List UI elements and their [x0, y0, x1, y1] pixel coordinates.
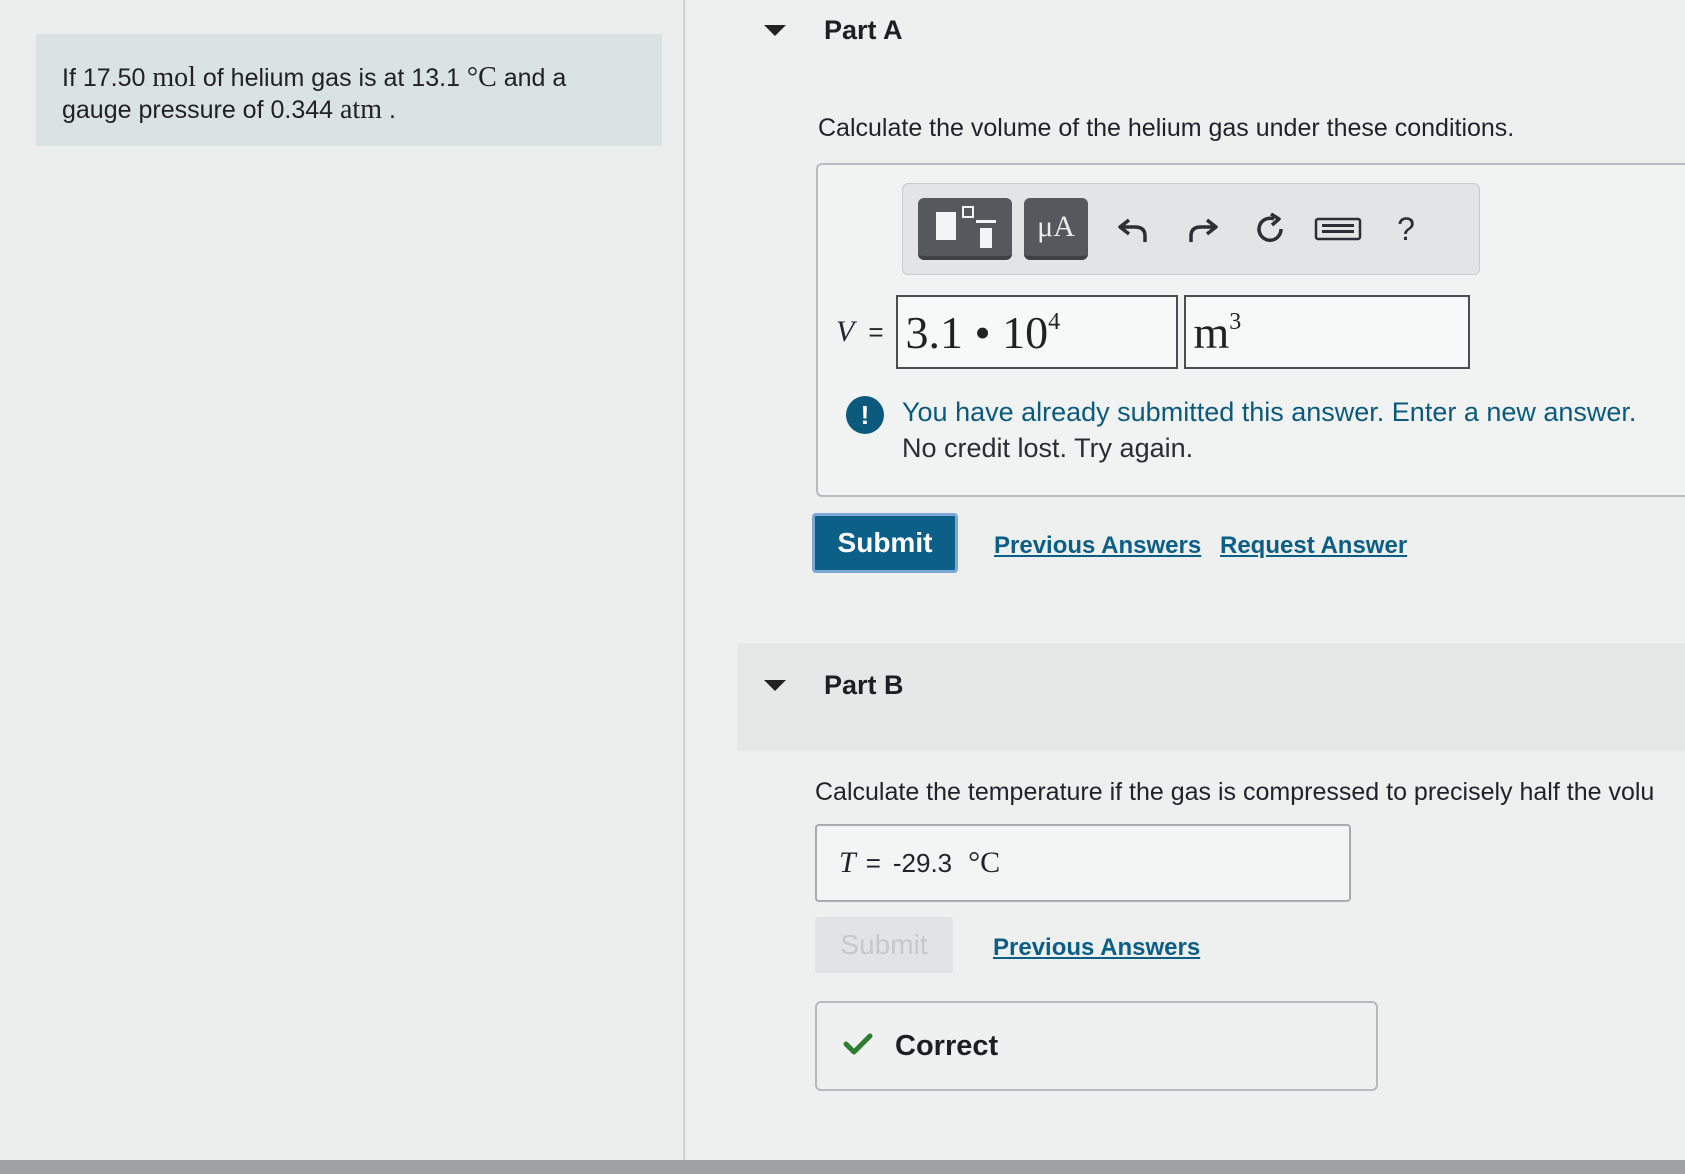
mol-unit: mol [152, 62, 196, 93]
part-b-value: -29.3 [892, 847, 953, 878]
units-button[interactable]: μA [1024, 198, 1088, 260]
checkmark-icon [843, 1032, 873, 1061]
correct-label: Correct [895, 1029, 999, 1062]
part-a-header[interactable]: Part A [764, 10, 903, 50]
fraction-bar-icon [976, 220, 996, 223]
reset-icon[interactable] [1236, 198, 1304, 260]
alert-line-2: No credit lost. Try again. [902, 433, 1194, 463]
math-toolbar: μA ? [902, 183, 1480, 275]
already-submitted-alert: ! You have already submitted this answer… [846, 394, 1636, 466]
template-denominator-icon [980, 228, 992, 248]
unit-base: m [1193, 306, 1230, 358]
problem-text-1: If 17.50 [62, 64, 146, 92]
templates-button[interactable] [918, 198, 1012, 260]
problem-statement: If 17.50 mol of helium gas is at 13.1 °C… [36, 34, 662, 146]
undo-icon[interactable] [1100, 198, 1168, 260]
exclamation-icon: ! [846, 396, 884, 434]
part-b-header[interactable]: Part B [764, 665, 904, 705]
variable-v: V [836, 315, 855, 348]
equals-sign: = [865, 847, 881, 878]
collapse-caret-icon[interactable] [764, 679, 786, 691]
help-label: ? [1397, 210, 1415, 247]
alert-message: You have already submitted this answer. … [902, 394, 1636, 466]
units-label: μA [1037, 210, 1075, 243]
redo-icon[interactable] [1168, 198, 1236, 260]
temp-unit: °C [466, 62, 497, 93]
help-button[interactable]: ? [1372, 198, 1440, 260]
variable-t: T [839, 846, 856, 879]
collapse-caret-icon[interactable] [764, 24, 786, 36]
template-small-icon [962, 206, 974, 218]
alert-line-1: You have already submitted this answer. … [902, 397, 1637, 427]
part-a-question: Calculate the volume of the helium gas u… [818, 114, 1515, 142]
part-a-submit-button[interactable]: Submit [812, 513, 958, 573]
bottom-bar [0, 1160, 1685, 1174]
problem-text-end: . [388, 96, 396, 124]
keyboard-icon[interactable] [1304, 198, 1372, 260]
exclamation-glyph: ! [860, 399, 870, 430]
equals-sign: = [868, 316, 884, 347]
value-exponent: 4 [1048, 308, 1061, 335]
pressure-unit: atm [340, 94, 382, 125]
part-b-question: Calculate the temperature if the gas is … [815, 778, 1655, 806]
problem-text-2: of helium gas is at 13.1 [202, 64, 460, 92]
part-a-label: Part A [824, 14, 903, 45]
correct-feedback: Correct [815, 1001, 1378, 1091]
part-b-previous-answers-link[interactable]: Previous Answers [993, 934, 1200, 962]
template-box-icon [936, 212, 956, 240]
problem-text-4: gauge pressure of 0.344 [62, 96, 334, 124]
problem-text-3: and a [503, 64, 567, 92]
value-input[interactable]: 3.1 • 10 4 [895, 295, 1178, 369]
part-b-answer: T = -29.3 °C [815, 824, 1351, 902]
value-mantissa: 3.1 • 10 [905, 306, 1049, 358]
part-a-equation-row: V = 3.1 • 10 4 m3 [836, 295, 1470, 369]
part-b-unit: °C [968, 846, 1001, 879]
unit-input[interactable]: m3 [1183, 295, 1470, 369]
request-answer-link[interactable]: Request Answer [1220, 532, 1407, 560]
part-b-label: Part B [824, 669, 904, 700]
part-b-submit-button: Submit [815, 917, 953, 973]
problem-pane: If 17.50 mol of helium gas is at 13.1 °C… [0, 0, 685, 1162]
part-a-previous-answers-link[interactable]: Previous Answers [994, 532, 1201, 560]
unit-exponent: 3 [1229, 308, 1242, 335]
